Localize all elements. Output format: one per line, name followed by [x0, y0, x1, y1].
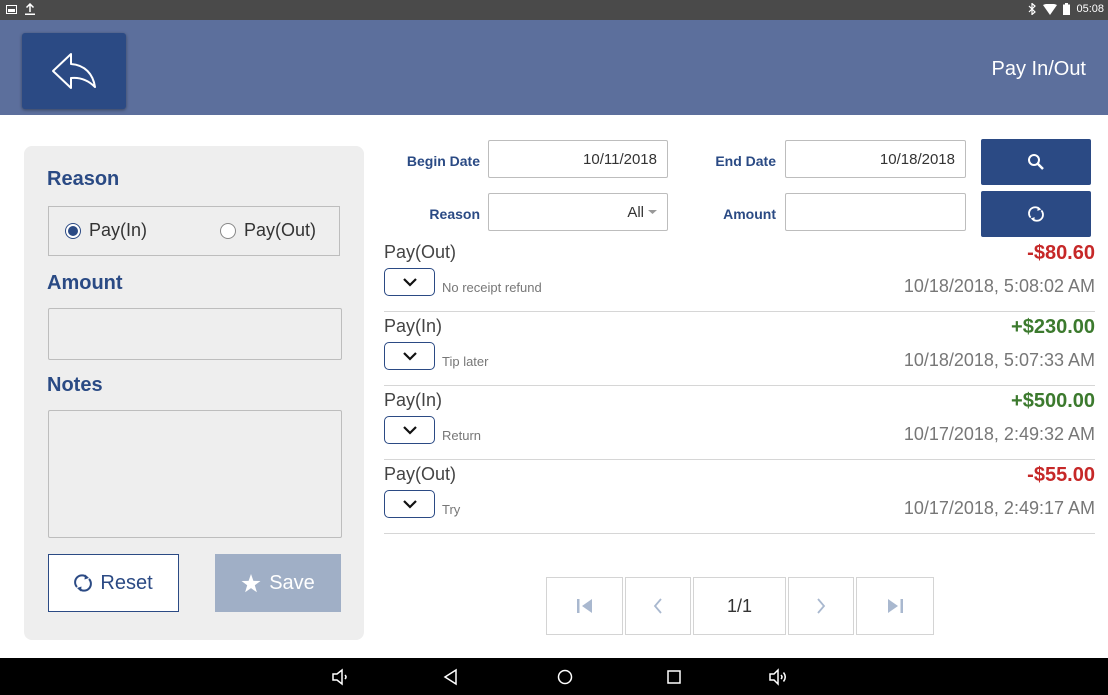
first-page-button[interactable]	[546, 577, 623, 635]
screen-icon	[6, 4, 17, 14]
first-page-icon	[576, 599, 592, 613]
transaction-list: Pay(Out) No receipt refund -$80.60 10/18…	[384, 240, 1095, 536]
end-date-label: End Date	[715, 153, 776, 169]
expand-button[interactable]	[384, 416, 435, 444]
reason-radio-group: Pay(In) Pay(Out)	[48, 206, 340, 256]
radio-unselected-icon	[220, 222, 236, 239]
search-button[interactable]	[981, 139, 1091, 185]
notes-label: Notes	[47, 374, 103, 396]
pay-in-label: Pay(In)	[89, 220, 148, 240]
transaction-type: Pay(In)	[384, 390, 443, 410]
reason-filter-label: Reason	[429, 206, 480, 222]
transaction-timestamp: 10/17/2018, 2:49:32 AM	[903, 424, 1095, 444]
last-page-button[interactable]	[856, 577, 934, 635]
pay-in-radio[interactable]: Pay(In)	[65, 220, 147, 241]
transaction-row: Pay(Out) No receipt refund -$80.60 10/18…	[384, 240, 1095, 312]
bluetooth-icon	[1029, 3, 1037, 15]
amount-label: Amount	[47, 272, 123, 294]
pay-out-label: Pay(Out)	[244, 220, 317, 240]
chevron-down-icon	[402, 277, 417, 287]
expand-button[interactable]	[384, 490, 435, 518]
page-indicator: 1/1	[693, 577, 786, 635]
back-arrow-icon	[52, 53, 96, 89]
reason-label: Reason	[47, 168, 120, 190]
chevron-down-icon	[402, 499, 417, 509]
transaction-timestamp: 10/17/2018, 2:49:17 AM	[903, 498, 1095, 518]
transaction-amount: +$500.00	[1011, 390, 1095, 412]
save-button[interactable]: Save	[215, 554, 341, 612]
back-button[interactable]	[22, 33, 126, 109]
clock: 05:08	[1076, 3, 1104, 15]
refresh-filter-button[interactable]	[981, 191, 1091, 237]
reset-button[interactable]: Reset	[48, 554, 179, 612]
wifi-icon	[1043, 3, 1058, 15]
entry-form-panel: Reason Pay(In) Pay(Out) Amount Notes Res…	[24, 146, 364, 640]
last-page-icon	[888, 599, 903, 613]
transaction-type: Pay(In)	[384, 316, 443, 336]
transaction-amount: -$55.00	[1027, 464, 1095, 486]
radio-selected-icon	[65, 222, 81, 239]
transaction-row: Pay(Out) Try -$55.00 10/17/2018, 2:49:17…	[384, 462, 1095, 534]
prev-page-button[interactable]	[625, 577, 691, 635]
back-nav-icon[interactable]	[441, 667, 461, 687]
app-header: Pay In/Out	[0, 20, 1108, 115]
transaction-row: Pay(In) Tip later +$230.00 10/18/2018, 5…	[384, 314, 1095, 386]
notes-textarea[interactable]	[48, 410, 342, 538]
transaction-note: Try	[442, 502, 461, 517]
home-nav-icon[interactable]	[555, 667, 575, 687]
transaction-timestamp: 10/18/2018, 5:07:33 AM	[903, 350, 1095, 370]
refresh-icon	[74, 574, 93, 592]
begin-date-label: Begin Date	[406, 153, 480, 169]
chevron-left-icon	[653, 598, 662, 614]
pay-out-radio[interactable]: Pay(Out)	[220, 220, 316, 241]
transaction-amount: +$230.00	[1011, 316, 1095, 338]
volume-down-icon[interactable]	[330, 667, 350, 687]
amount-input[interactable]	[48, 308, 342, 360]
end-date-input[interactable]: 10/18/2018	[785, 140, 966, 178]
transaction-note: No receipt refund	[442, 280, 542, 295]
dropdown-caret-icon	[648, 210, 657, 214]
chevron-down-icon	[402, 351, 417, 361]
battery-icon	[1063, 3, 1071, 15]
amount-filter-label: Amount	[723, 206, 776, 222]
recents-nav-icon[interactable]	[664, 667, 684, 687]
star-icon	[241, 573, 261, 592]
system-nav-bar	[0, 658, 1108, 695]
status-bar: 05:08	[0, 0, 1108, 20]
reset-label: Reset	[100, 571, 153, 594]
transaction-amount: -$80.60	[1027, 242, 1095, 264]
save-label: Save	[269, 571, 315, 594]
refresh-icon	[1028, 206, 1044, 222]
reason-filter-value: All	[627, 203, 644, 221]
transaction-note: Tip later	[442, 354, 489, 369]
transaction-timestamp: 10/18/2018, 5:08:02 AM	[903, 276, 1095, 296]
upload-icon	[25, 3, 35, 15]
search-icon	[1028, 154, 1044, 170]
chevron-down-icon	[402, 425, 417, 435]
reason-filter-select[interactable]: All	[488, 193, 668, 231]
page-title: Pay In/Out	[991, 58, 1087, 80]
chevron-right-icon	[817, 598, 826, 614]
volume-up-icon[interactable]	[768, 667, 788, 687]
transaction-note: Return	[442, 428, 482, 443]
amount-filter-input[interactable]	[785, 193, 966, 231]
next-page-button[interactable]	[788, 577, 854, 635]
expand-button[interactable]	[384, 342, 435, 370]
transaction-row: Pay(In) Return +$500.00 10/17/2018, 2:49…	[384, 388, 1095, 460]
expand-button[interactable]	[384, 268, 435, 296]
transaction-type: Pay(Out)	[384, 464, 457, 484]
transaction-type: Pay(Out)	[384, 242, 457, 262]
begin-date-input[interactable]: 10/11/2018	[488, 140, 668, 178]
